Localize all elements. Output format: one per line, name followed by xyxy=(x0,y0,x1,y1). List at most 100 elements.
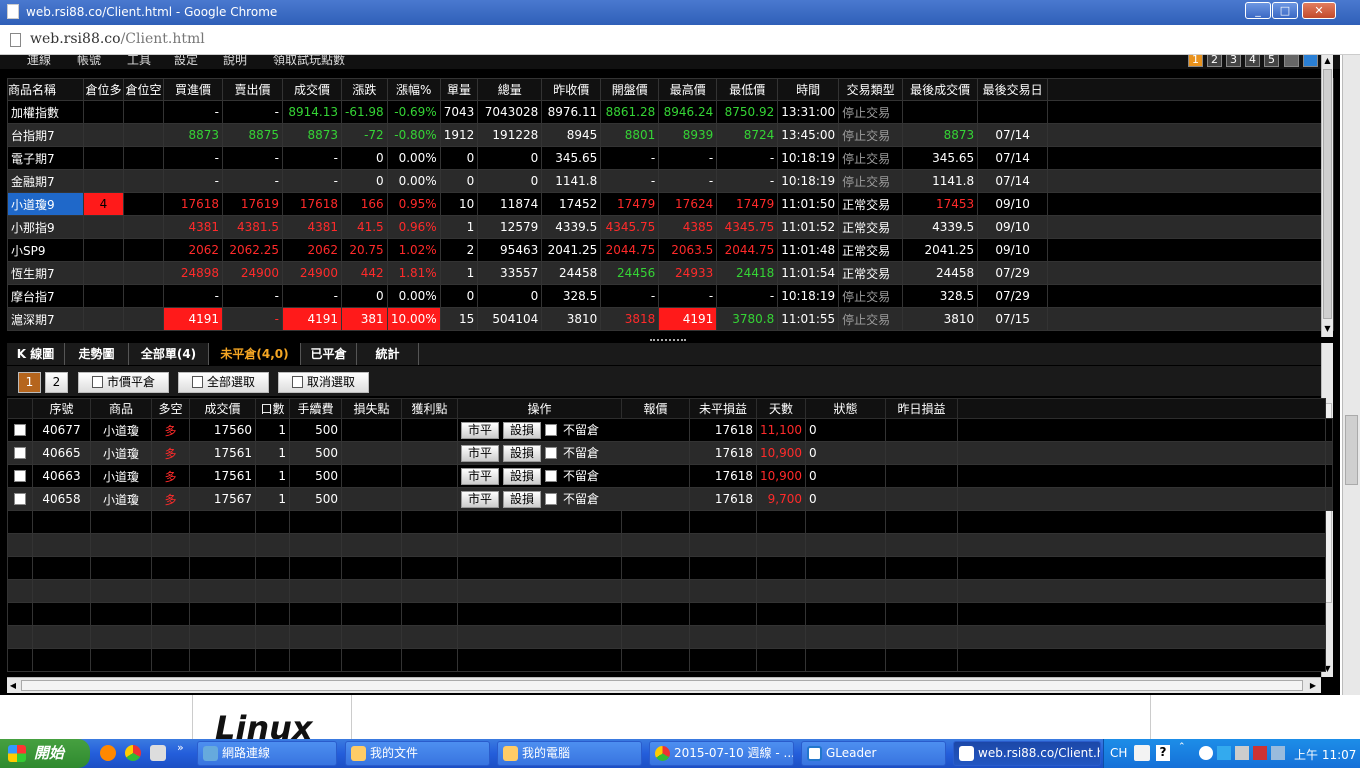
row-checkbox[interactable] xyxy=(14,493,26,505)
tab-closed-positions[interactable]: 已平倉 xyxy=(301,343,357,365)
market-close-row-button[interactable]: 市平 xyxy=(461,468,500,485)
position-stop-loss[interactable] xyxy=(341,487,402,511)
menu-tools[interactable]: 工具 xyxy=(127,55,151,68)
row-checkbox[interactable] xyxy=(14,447,26,459)
network-tray-icon[interactable] xyxy=(1217,746,1231,760)
window-icon[interactable] xyxy=(1303,55,1318,67)
horizontal-scrollbar[interactable]: ◀ ▶ xyxy=(7,677,1321,693)
menu-trial-points[interactable]: 領取試玩點數 xyxy=(273,55,345,68)
layout-button-1[interactable]: 1 xyxy=(1188,55,1203,67)
position-take-profit[interactable] xyxy=(401,487,458,511)
position-take-profit[interactable] xyxy=(401,464,458,488)
close-button[interactable]: ✕ xyxy=(1302,2,1336,19)
monitor-icon[interactable] xyxy=(1235,746,1249,760)
scroll-up-icon[interactable]: ▲ xyxy=(1322,55,1333,67)
row-checkbox[interactable] xyxy=(14,470,26,482)
market-close-row-button[interactable]: 市平 xyxy=(461,491,500,508)
quotes-header-17[interactable]: 最後交易日 xyxy=(977,78,1049,101)
maximize-button[interactable]: □ xyxy=(1272,2,1298,19)
position-row[interactable]: 40665 小道瓊多 17561 1 500 市平 設損 不留倉 17618 10,900 0 xyxy=(7,441,1333,465)
deselect-button[interactable]: 取消選取 xyxy=(278,372,369,393)
positions-header-10[interactable]: 未平損益 xyxy=(689,398,757,419)
market-close-row-button[interactable]: 市平 xyxy=(461,422,500,439)
chrome-icon[interactable] xyxy=(125,745,141,761)
quote-row[interactable]: 恆生期7 24898 24900 24900 442 1.81% 1 33557 24458 24… xyxy=(7,261,1335,285)
quote-row[interactable]: 滬深期7 4191-4191 381 10.00% 15 504104 3810 3818 41… xyxy=(7,307,1335,331)
quotes-header-3[interactable]: 買進價 xyxy=(163,78,223,101)
taskbar-item-chrome[interactable]: 2015-07-10 週線 - ... xyxy=(649,741,794,766)
quotes-header-16[interactable]: 最後成交價 xyxy=(902,78,979,101)
layout-button-2[interactable]: 2 xyxy=(1207,55,1222,67)
url-text[interactable]: web.rsi88.co/Client.html xyxy=(30,31,205,47)
volume-icon[interactable] xyxy=(1271,746,1285,760)
taskbar-item-web[interactable]: web.rsi88.co/Client.h... xyxy=(953,741,1101,766)
layout-button-5[interactable]: 5 xyxy=(1264,55,1279,67)
tab-open-positions[interactable]: 未平倉(4,0) xyxy=(209,343,301,365)
ime-icon[interactable] xyxy=(1134,745,1150,761)
page-button-1[interactable]: 1 xyxy=(18,372,41,393)
positions-header-12[interactable]: 狀態 xyxy=(805,398,886,419)
menu-settings[interactable]: 設定 xyxy=(174,55,198,68)
quotes-header-5[interactable]: 成交價 xyxy=(282,78,342,101)
quotes-header-2[interactable]: 倉位空 xyxy=(123,78,164,101)
no-overnight-checkbox[interactable] xyxy=(545,470,558,482)
set-stop-button[interactable]: 設損 xyxy=(503,491,542,508)
no-overnight-checkbox[interactable] xyxy=(545,493,558,505)
app-icon[interactable] xyxy=(150,745,166,761)
tab-trend[interactable]: 走勢圖 xyxy=(65,343,129,365)
start-button[interactable]: 開始 xyxy=(0,739,90,768)
taskbar-item-gleader[interactable]: GLeader xyxy=(801,741,946,766)
hscroll-thumb[interactable] xyxy=(21,680,1303,691)
positions-header-8[interactable]: 操作 xyxy=(457,398,622,419)
scroll-down-icon[interactable]: ▼ xyxy=(1322,323,1333,335)
positions-header-9[interactable]: 報價 xyxy=(621,398,690,419)
tab-all-orders[interactable]: 全部單(4) xyxy=(129,343,209,365)
positions-header-11[interactable]: 天數 xyxy=(756,398,806,419)
firefox-icon[interactable] xyxy=(100,745,116,761)
page-button-2[interactable]: 2 xyxy=(45,372,68,393)
quotes-header-12[interactable]: 最高價 xyxy=(658,78,718,101)
expand-chevron-icon[interactable]: » xyxy=(177,741,184,754)
quote-row[interactable]: 台指期7 8873 8875 8873 -72 -0.80% 1912 191228 8945 8… xyxy=(7,123,1335,147)
quotes-header-1[interactable]: 倉位多 xyxy=(83,78,124,101)
row-checkbox[interactable] xyxy=(14,424,26,436)
quotes-header-8[interactable]: 單量 xyxy=(439,78,479,101)
position-row[interactable]: 40658 小道瓊多 17567 1 500 市平 設損 不留倉 17618 9,700 0 xyxy=(7,487,1333,511)
quotes-header-7[interactable]: 漲幅% xyxy=(386,78,441,101)
page-scrollbar[interactable] xyxy=(1342,55,1360,695)
quote-row[interactable]: 摩台指7- - -0 0.00% 0 0 328.5- - -10:18:19 停止交易 328.5… xyxy=(7,284,1335,308)
quotes-header-14[interactable]: 時間 xyxy=(777,78,840,101)
position-take-profit[interactable] xyxy=(401,441,458,465)
quotes-header-9[interactable]: 總量 xyxy=(477,78,543,101)
positions-header-3[interactable]: 成交價 xyxy=(189,398,256,419)
positions-header-2[interactable]: 多空 xyxy=(151,398,190,419)
positions-header-13[interactable]: 昨日損益 xyxy=(885,398,958,419)
positions-header-7[interactable]: 獲利點 xyxy=(401,398,458,419)
set-stop-button[interactable]: 設損 xyxy=(503,445,542,462)
positions-header-1[interactable]: 商品 xyxy=(90,398,152,419)
layout-button-4[interactable]: 4 xyxy=(1245,55,1260,67)
taskbar-item-network[interactable]: 網路連線 xyxy=(197,741,337,766)
position-stop-loss[interactable] xyxy=(341,441,402,465)
quotes-header-13[interactable]: 最低價 xyxy=(716,78,779,101)
positions-header-6[interactable]: 損失點 xyxy=(341,398,402,419)
quotes-header-0[interactable]: 商品名稱 xyxy=(7,78,84,101)
position-take-profit[interactable] xyxy=(401,418,458,442)
position-stop-loss[interactable] xyxy=(341,464,402,488)
set-stop-button[interactable]: 設損 xyxy=(503,422,542,439)
tab-kline[interactable]: K 線圖 xyxy=(7,343,65,365)
positions-header-5[interactable]: 手續費 xyxy=(289,398,342,419)
clock[interactable]: 上午 11:07 xyxy=(1294,746,1356,763)
quotes-header-6[interactable]: 漲跌 xyxy=(341,78,388,101)
quote-row[interactable]: 金融期7- - -0 0.00% 0 0 1141.8- - -10:18:19 停止交易 1141… xyxy=(7,169,1335,193)
no-overnight-checkbox[interactable] xyxy=(545,447,558,459)
market-close-row-button[interactable]: 市平 xyxy=(461,445,500,462)
select-all-button[interactable]: 全部選取 xyxy=(178,372,269,393)
scroll-thumb[interactable] xyxy=(1323,69,1332,319)
market-close-button[interactable]: 市價平倉 xyxy=(78,372,169,393)
positions-header-0[interactable]: 序號 xyxy=(32,398,91,419)
menu-connect[interactable]: 連線 xyxy=(27,55,51,68)
positions-header-4[interactable]: 口數 xyxy=(255,398,290,419)
quote-row[interactable]: 小道瓊9 4 17618 17619 17618 166 0.95% 10 11874 17452… xyxy=(7,192,1335,216)
menu-account[interactable]: 帳號 xyxy=(77,55,101,68)
